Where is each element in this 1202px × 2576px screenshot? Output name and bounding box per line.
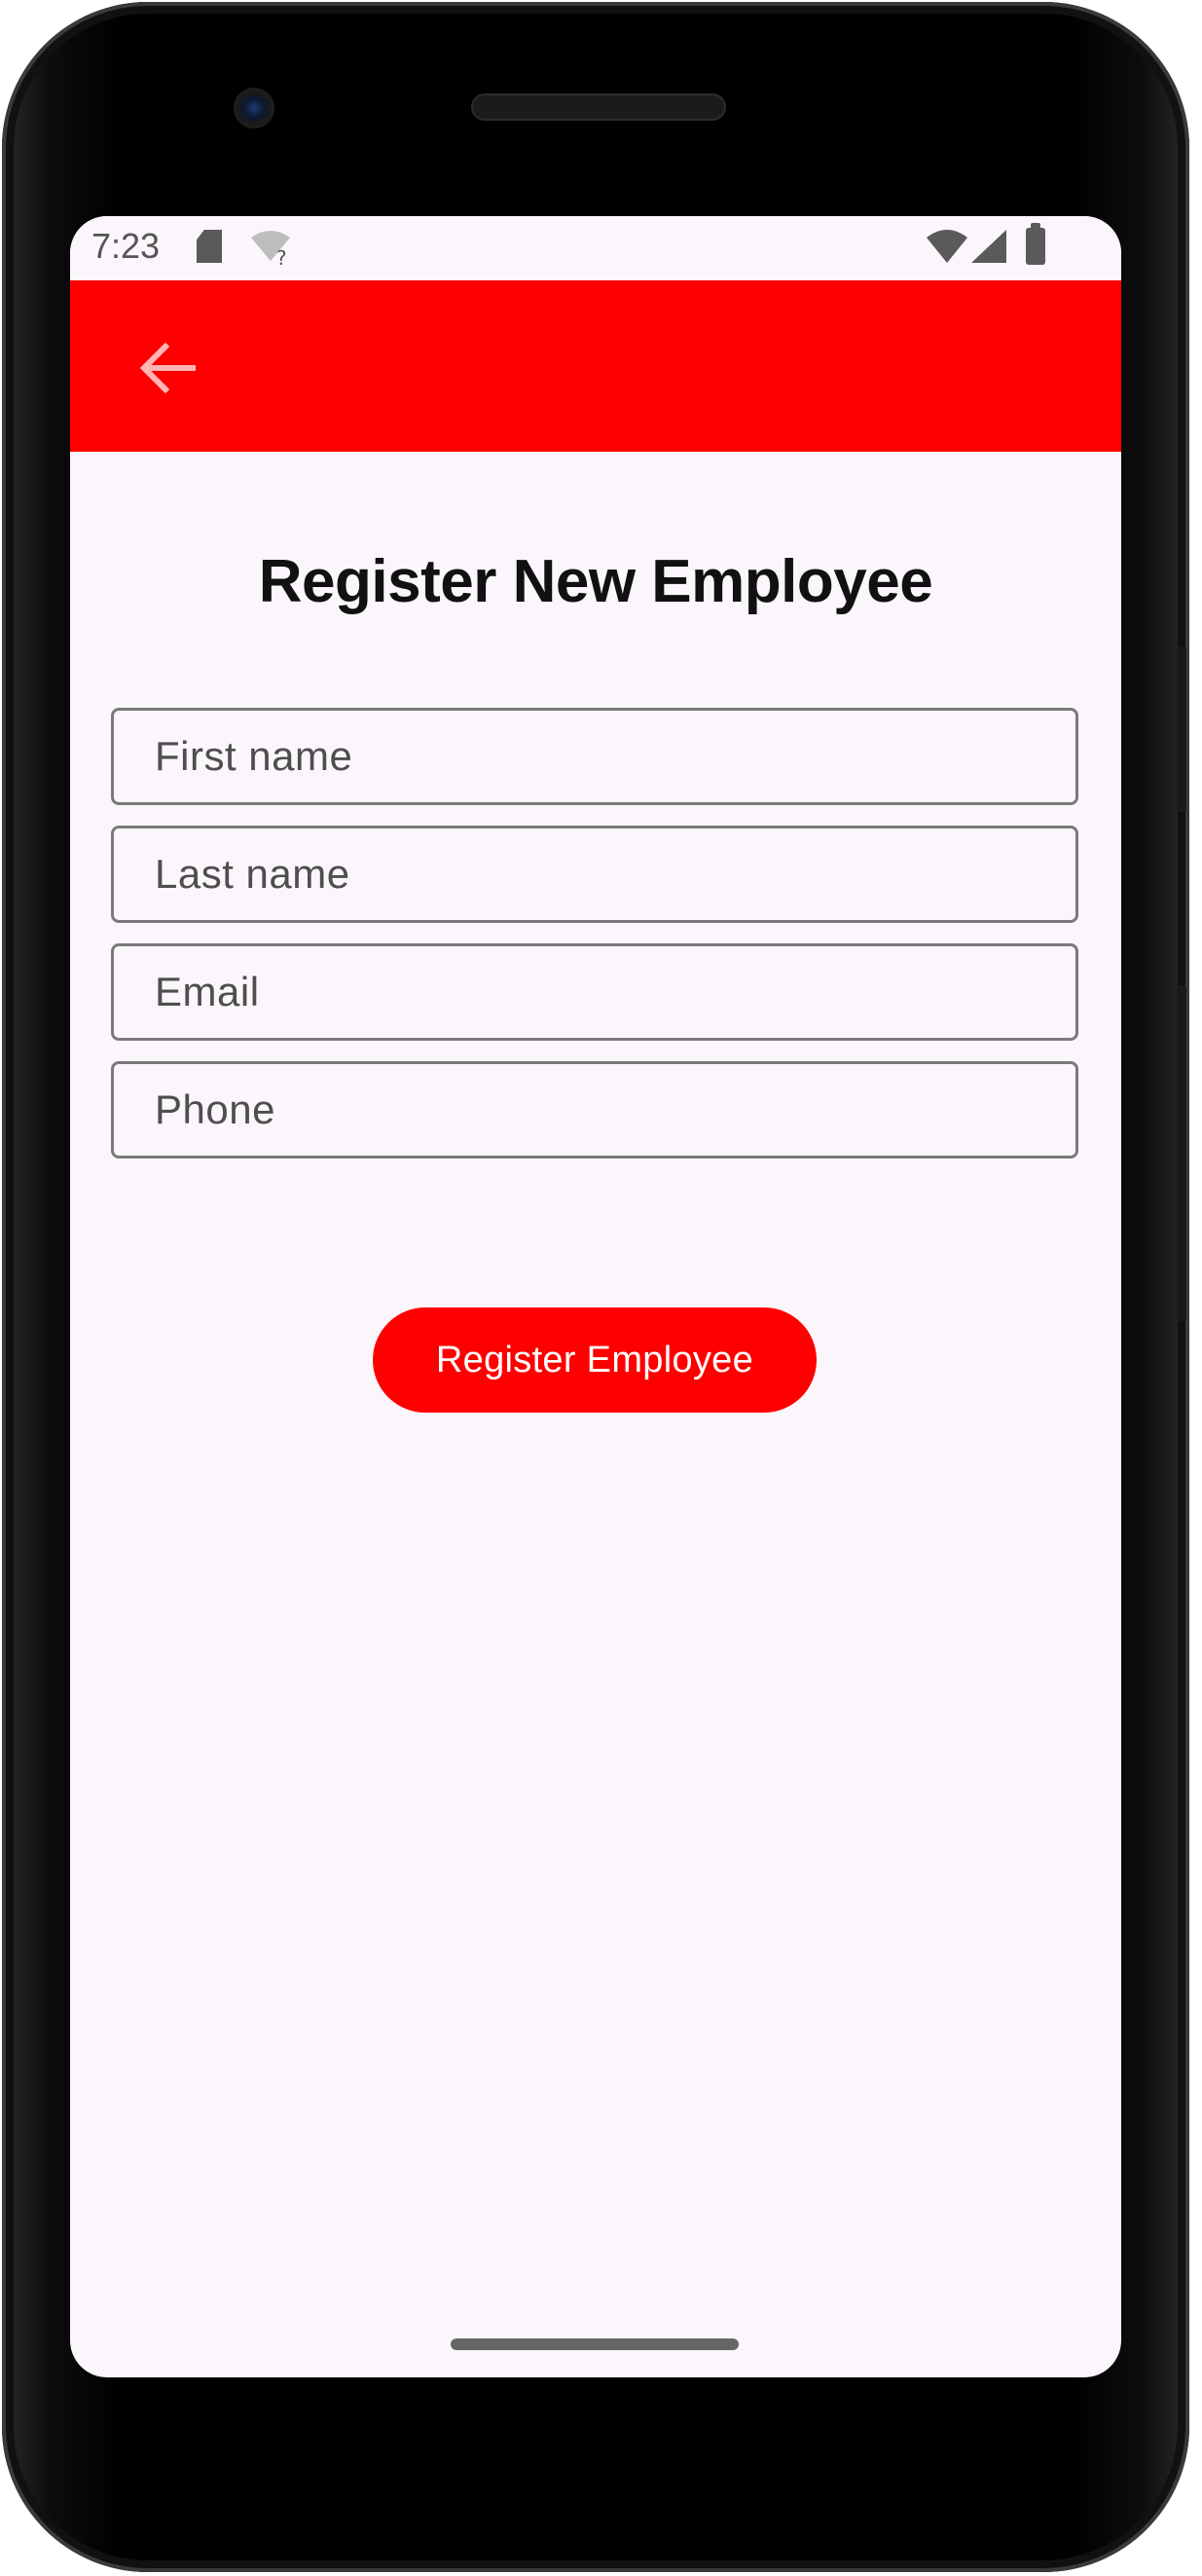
back-button[interactable] [128,329,206,407]
app-screen: 7:23 ? Register New Employee First name … [70,216,1121,2377]
sd-card-icon [197,230,222,263]
wifi-icon [927,230,967,263]
volume-button [1177,985,1186,1321]
phone-device-frame: 7:23 ? Register New Employee First name … [2,2,1189,2572]
earpiece-speaker [471,93,726,121]
phone-input[interactable] [114,1064,1075,1156]
status-time: 7:23 [91,226,161,266]
app-bar [70,280,1121,452]
svg-text:?: ? [276,246,287,267]
first-name-input[interactable] [114,711,1075,802]
phone-field [111,1061,1078,1159]
first-name-field [111,708,1078,805]
gesture-nav-handle[interactable] [451,2338,739,2350]
front-camera [234,88,274,129]
email-input[interactable] [114,946,1075,1038]
battery-icon [1026,223,1045,265]
last-name-field [111,826,1078,923]
arrow-left-icon [139,342,196,394]
last-name-input[interactable] [114,828,1075,920]
wifi-unknown-icon: ? [251,231,290,267]
register-employee-button[interactable]: Register Employee [373,1307,817,1413]
signal-icon [971,230,1006,263]
page-title: Register New Employee [258,548,933,615]
status-bar: 7:23 ? [70,216,1121,280]
power-button [1177,646,1186,812]
email-field [111,943,1078,1041]
